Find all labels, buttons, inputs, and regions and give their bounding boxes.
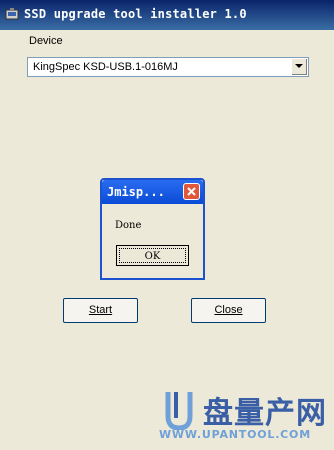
close-button[interactable]: Close — [191, 298, 266, 323]
watermark: 盘量产网 WWW.UPANTOOL.COM — [159, 388, 334, 450]
ok-button-label: OK — [119, 248, 186, 263]
dialog-titlebar[interactable]: Jmisp... — [102, 180, 203, 204]
window-title: SSD upgrade tool installer 1.0 — [24, 7, 247, 21]
close-button-label: Close — [214, 304, 243, 316]
watermark-name: 盘量产网 — [203, 396, 327, 431]
dropdown-button[interactable] — [291, 59, 307, 75]
device-label: Device — [29, 35, 63, 47]
start-button[interactable]: Start — [63, 298, 138, 323]
start-button-label: Start — [88, 304, 113, 316]
device-select-value: KingSpec KSD-USB.1-016MJ — [33, 61, 178, 73]
device-select[interactable]: KingSpec KSD-USB.1-016MJ — [27, 57, 309, 77]
message-dialog: Jmisp... Done OK — [100, 178, 205, 280]
close-icon — [187, 187, 196, 196]
dialog-title: Jmisp... — [107, 185, 165, 199]
watermark-logo-icon — [165, 392, 193, 430]
app-icon — [5, 8, 19, 20]
window-titlebar[interactable]: SSD upgrade tool installer 1.0 — [0, 0, 334, 30]
ok-button[interactable]: OK — [116, 245, 189, 266]
dialog-close-button[interactable] — [183, 183, 200, 200]
chevron-down-icon — [295, 64, 303, 68]
dialog-message: Done — [115, 220, 142, 231]
watermark-url: WWW.UPANTOOL.COM — [159, 428, 311, 441]
